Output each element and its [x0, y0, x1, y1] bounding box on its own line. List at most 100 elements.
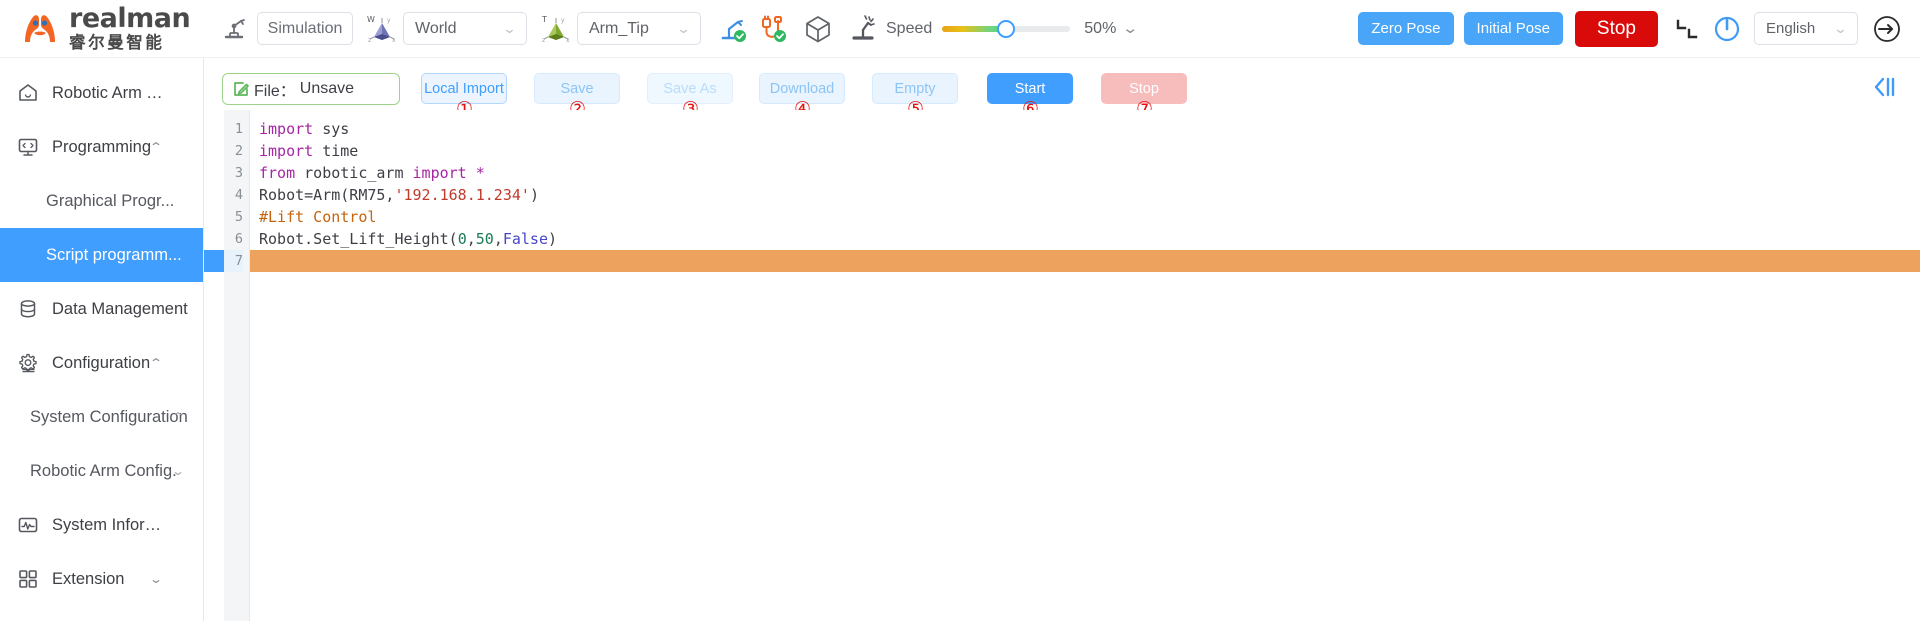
speed-slider-knob[interactable]	[997, 19, 1016, 38]
code-token: )	[548, 230, 558, 248]
current-line-marker	[204, 250, 224, 272]
download-button[interactable]: Download	[759, 73, 845, 104]
logout-icon[interactable]	[1872, 14, 1902, 44]
page-body: Robotic Arm Tea... Programming ⌃ Graphic…	[0, 58, 1920, 621]
waveform-icon	[17, 514, 43, 536]
code-token: time	[313, 142, 359, 160]
chevron-up-icon: ⌃	[148, 140, 164, 154]
base-frame-select[interactable]: World ⌄	[403, 12, 527, 45]
save-as-button[interactable]: Save As	[647, 73, 733, 104]
sidebar-item-system-configuration[interactable]: System Configuration ⌃	[0, 390, 203, 444]
code-token: '192.168.1.234'	[394, 186, 530, 204]
code-token: ,	[493, 230, 503, 248]
brand-name-en: realman	[69, 3, 191, 35]
base-frame-value: World	[415, 19, 457, 37]
sidebar-item-configuration[interactable]: Configuration ⌃	[0, 336, 203, 390]
editor-line-number: 6	[234, 231, 243, 247]
sidebar-nav: Robotic Arm Tea... Programming ⌃ Graphic…	[0, 58, 204, 621]
speed-slider[interactable]	[942, 19, 1071, 38]
robot-arm-status-icon[interactable]	[718, 14, 748, 44]
sidebar-item-graphical-programming[interactable]: Graphical Progr...	[0, 174, 203, 228]
button-label: Empty	[894, 80, 936, 97]
editor-code-line[interactable]: import sys	[250, 118, 1920, 140]
sidebar-item-label: Extension	[52, 569, 125, 588]
grid-icon	[17, 568, 43, 590]
editor-code-line[interactable]: Robot=Arm(RM75,'192.168.1.234')	[250, 184, 1920, 206]
collision-detection-icon[interactable]	[847, 13, 879, 45]
local-import-button[interactable]: Local Import	[421, 73, 507, 104]
editor-line-number: 2	[234, 143, 243, 159]
initial-pose-button[interactable]: Initial Pose	[1463, 12, 1563, 45]
code-token: sys	[313, 120, 350, 138]
code-token: import	[259, 142, 314, 160]
sidebar-item-script-programming[interactable]: Script programm...	[0, 228, 203, 282]
sidebar-item-label: Script programm...	[46, 245, 182, 264]
current-file-indicator[interactable]: File： Unsave	[222, 72, 400, 105]
sidebar-item-robotic-arm-config[interactable]: Robotic Arm Config. ⌄	[0, 444, 203, 498]
file-name-value: Unsave	[299, 79, 355, 97]
tool-frame-value: Arm_Tip	[589, 19, 649, 37]
power-icon[interactable]	[1712, 14, 1742, 44]
zero-pose-button[interactable]: Zero Pose	[1358, 12, 1454, 45]
sidebar-item-system-information[interactable]: System Informat...	[0, 498, 203, 552]
editor-line-numbers: 1 2 3 4 5 6 7	[224, 110, 250, 621]
empty-button[interactable]: Empty	[872, 73, 958, 104]
code-token: )	[529, 186, 539, 204]
realman-logo-icon	[20, 9, 60, 49]
chevron-down-icon: ⌄	[502, 21, 517, 36]
drag-teach-icon[interactable]	[1674, 16, 1700, 42]
editor-line-number: 4	[234, 187, 243, 203]
sidebar-item-label: Graphical Progr...	[46, 191, 175, 210]
sidebar-item-label: System Configuration	[30, 407, 188, 426]
stop-script-button[interactable]: Stop	[1101, 73, 1187, 104]
database-icon	[17, 298, 43, 320]
editor-code-line[interactable]	[250, 250, 1920, 272]
svg-text:y: y	[561, 17, 565, 24]
save-button[interactable]: Save	[534, 73, 620, 104]
editor-code-line[interactable]: Robot.Set_Lift_Height(0,50,False)	[250, 228, 1920, 250]
code-token: import	[412, 164, 467, 182]
code-monitor-icon	[17, 136, 43, 158]
sidebar-item-label: Robotic Arm Config.	[30, 461, 177, 480]
sidebar-item-programming[interactable]: Programming ⌃	[0, 120, 203, 174]
home-icon	[17, 82, 43, 104]
svg-text:W: W	[367, 15, 375, 24]
button-label: Start	[1014, 80, 1046, 97]
code-token: robotic_arm	[295, 164, 413, 182]
workspace-cube-icon[interactable]	[802, 13, 834, 45]
tool-frame-axis-icon: T y z x	[540, 13, 572, 45]
teach-pendant-icon	[220, 15, 248, 43]
top-toolbar: realman 睿尔曼智能 Simulation W y z x World ⌄…	[0, 0, 1920, 58]
editor-code-area[interactable]: import sys import time from robotic_arm im…	[250, 110, 1920, 621]
sidebar-item-data-management[interactable]: Data Management	[0, 282, 203, 336]
tool-frame-select[interactable]: Arm_Tip ⌄	[577, 12, 701, 45]
script-editor[interactable]: 1234567 import sys import time from roboti…	[204, 110, 1920, 621]
code-token: ,	[466, 230, 476, 248]
start-button[interactable]: Start	[987, 73, 1073, 104]
editor-code-line[interactable]: from robotic_arm import *	[250, 162, 1920, 184]
speed-dropdown-chevron-icon[interactable]: ⌄	[1122, 21, 1139, 36]
language-select[interactable]: English ⌄	[1754, 12, 1858, 45]
cable-connection-status-icon[interactable]	[759, 14, 789, 44]
speed-percent-value: 50%	[1084, 19, 1117, 37]
sidebar-item-extension[interactable]: Extension ⌄	[0, 552, 203, 606]
world-frame-axis-icon: W y z x	[366, 13, 398, 45]
speed-label: Speed	[886, 19, 933, 37]
editor-code-line[interactable]: #Lift Control	[250, 206, 1920, 228]
editor-line-number: 3	[234, 165, 243, 181]
editor-code-line[interactable]: import time	[250, 140, 1920, 162]
button-label: Save As	[663, 80, 717, 97]
svg-text:T: T	[541, 15, 547, 24]
brand-logo: realman 睿尔曼智能	[20, 5, 216, 52]
collapse-panel-icon[interactable]	[1872, 76, 1898, 98]
code-token: import	[259, 120, 314, 138]
code-token: 0	[457, 230, 467, 248]
editor-line-number: 7	[224, 250, 243, 272]
sidebar-item-label: System Informat...	[52, 515, 170, 534]
editor-line-number: 1	[234, 121, 243, 137]
emergency-stop-button[interactable]: Stop	[1574, 10, 1658, 47]
gear-icon	[17, 352, 43, 374]
sidebar-item-robotic-arm-teaching[interactable]: Robotic Arm Tea...	[0, 66, 203, 120]
brand-name-cn: 睿尔曼智能	[69, 34, 165, 53]
